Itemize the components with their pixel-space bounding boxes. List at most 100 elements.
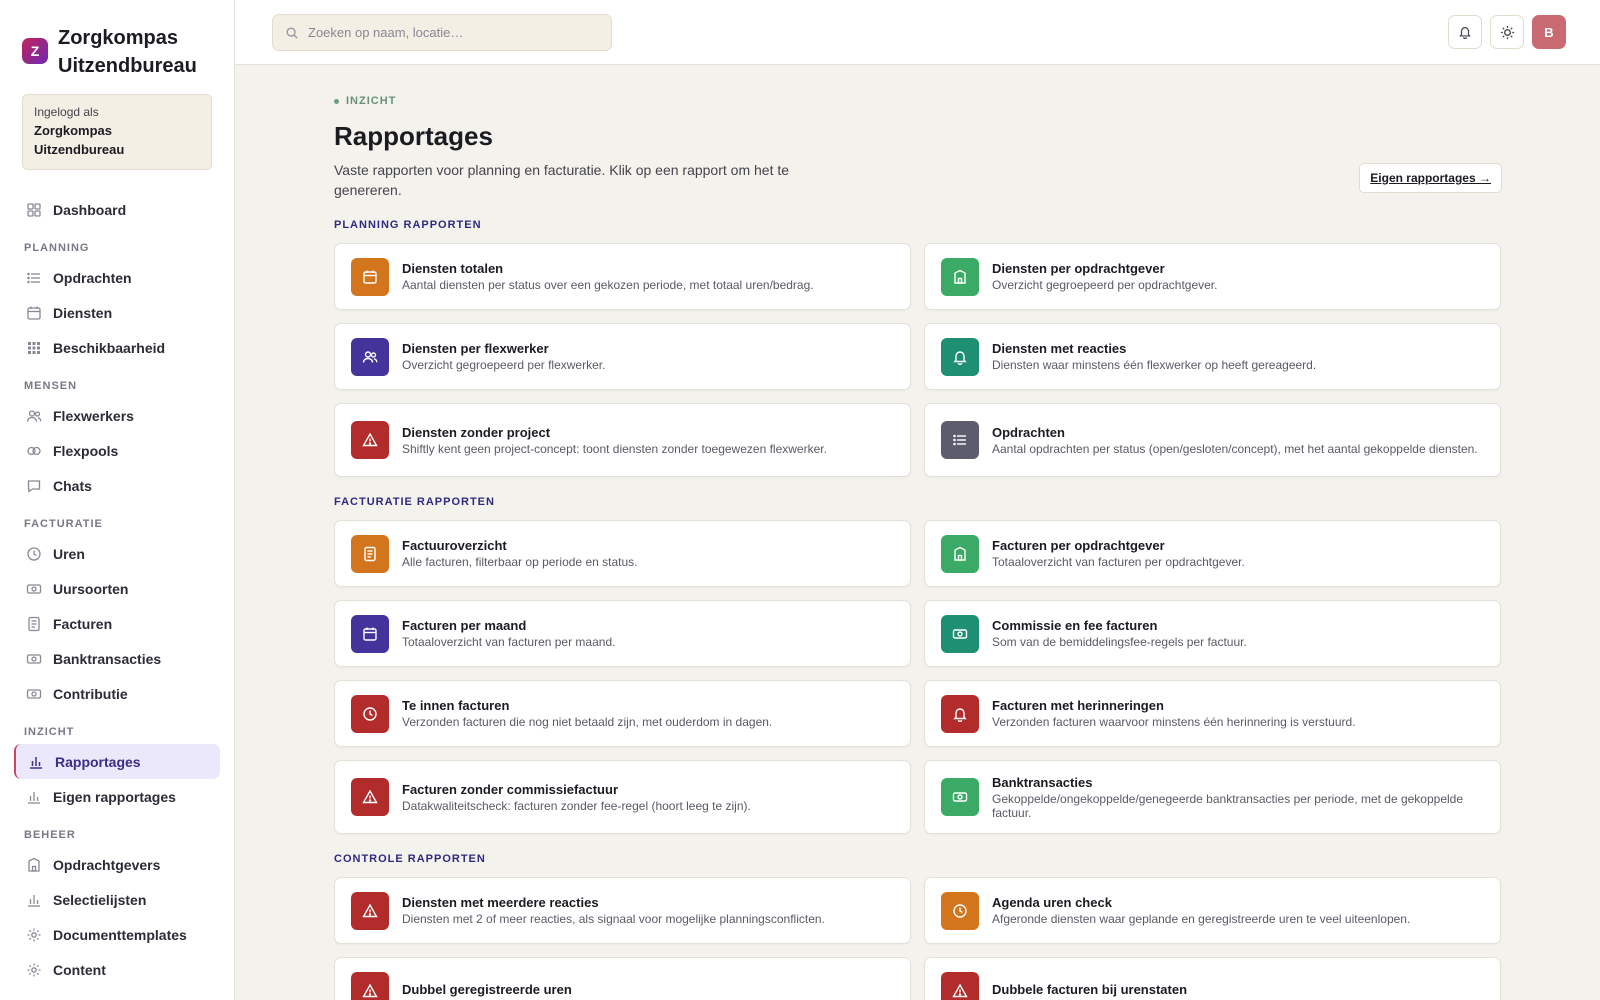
report-title: Diensten met meerdere reacties xyxy=(402,895,599,910)
report-card-text: Diensten per opdrachtgever Overzicht gegr… xyxy=(992,261,1217,292)
money-icon xyxy=(26,651,42,667)
report-card-text: Banktransacties Gekoppelde/ongekoppelde/g… xyxy=(992,775,1484,820)
money-icon xyxy=(941,614,979,653)
sidebar-item-label: Uursoorten xyxy=(53,580,129,597)
sidebar-item-flexwerkers[interactable]: Flexwerkers xyxy=(14,398,220,433)
report-card-te-innen-facturen[interactable]: Te innen facturen Verzonden facturen die … xyxy=(334,680,911,747)
warning-icon xyxy=(351,421,389,459)
report-card-agenda-uren-check[interactable]: Agenda uren check Afgeronde diensten waar… xyxy=(924,877,1501,944)
report-card-diensten-per-opdrachtgever[interactable]: Diensten per opdrachtgever Overzicht gegr… xyxy=(924,243,1501,310)
sidebar-item-contributie[interactable]: Contributie xyxy=(14,676,220,711)
sidebar-item-flexpools[interactable]: Flexpools xyxy=(14,433,220,468)
report-title: Agenda uren check xyxy=(992,895,1112,910)
sidebar-item-selectielijsten[interactable]: Selectielijsten xyxy=(14,882,220,917)
sidebar-item-content[interactable]: Content xyxy=(14,952,220,987)
report-card-facturen-zonder-commissiefactuur[interactable]: Facturen zonder commissiefactuur Datakwal… xyxy=(334,760,911,834)
report-card-commissie-en-fee-facturen[interactable]: Commissie en fee facturen Som van de bemi… xyxy=(924,600,1501,667)
sidebar-item-chats[interactable]: Chats xyxy=(14,468,220,503)
warning-icon xyxy=(941,971,979,1000)
sidebar-item-uren[interactable]: Uren xyxy=(14,536,220,571)
topbar: B xyxy=(235,0,1600,65)
bar-chart-icon xyxy=(26,789,42,805)
report-card-diensten-totalen[interactable]: Diensten totalen Aantal diensten per stat… xyxy=(334,243,911,310)
nav-section-mensen: MENSEN xyxy=(24,380,78,392)
theme-toggle-button[interactable] xyxy=(1490,15,1524,49)
brand[interactable]: Z Zorgkompas Uitzendbureau xyxy=(0,0,234,80)
report-description: Aantal diensten per status over een geko… xyxy=(402,278,814,292)
sidebar-item-banktransacties[interactable]: Banktransacties xyxy=(14,641,220,676)
sidebar-item-eigen-rapportages[interactable]: Eigen rapportages xyxy=(14,779,220,814)
notifications-button[interactable] xyxy=(1448,15,1482,49)
report-title: Diensten totalen xyxy=(402,261,504,276)
money-icon xyxy=(26,581,42,597)
sidebar-item-opdrachten[interactable]: Opdrachten xyxy=(14,260,220,295)
facturatie-reports-grid: Factuuroverzicht Alle facturen, filterbaa… xyxy=(334,520,1502,834)
controle-reports-grid: Diensten met meerdere reacties Diensten m… xyxy=(334,877,1502,1000)
report-card-diensten-zonder-project[interactable]: Diensten zonder project Shiftly kent geen… xyxy=(334,403,911,477)
users-icon xyxy=(26,408,42,424)
sidebar-item-facturen[interactable]: Facturen xyxy=(14,606,220,641)
report-description: Overzicht gegroepeerd per opdrachtgever. xyxy=(992,278,1218,292)
section-title-facturatie: FACTURATIE RAPPORTEN xyxy=(334,496,495,508)
sidebar-item-dashboard[interactable]: Dashboard xyxy=(14,192,220,227)
avatar[interactable]: B xyxy=(1532,15,1566,49)
money-icon xyxy=(26,686,42,702)
report-card-text: Facturen per opdrachtgever Totaaloverzich… xyxy=(992,538,1245,569)
warning-icon xyxy=(351,971,389,1000)
building-icon xyxy=(941,257,979,296)
sidebar-item-uursoorten[interactable]: Uursoorten xyxy=(14,571,220,606)
report-card-banktransacties[interactable]: Banktransacties Gekoppelde/ongekoppelde/g… xyxy=(924,760,1501,834)
section-title-controle: CONTROLE RAPPORTEN xyxy=(334,853,486,865)
document-icon xyxy=(351,534,389,573)
report-description: Datakwaliteitscheck: facturen zonder fee… xyxy=(402,798,751,813)
calendar-icon xyxy=(351,257,389,296)
sidebar-item-label: Chats xyxy=(53,477,92,494)
section-title-planning: PLANNING RAPPORTEN xyxy=(334,219,482,231)
page-subtitle: Vaste rapporten voor planning en factura… xyxy=(334,162,790,198)
report-card-diensten-met-reacties[interactable]: Diensten met reacties Diensten waar minst… xyxy=(924,323,1501,390)
report-card-diensten-per-flexwerker[interactable]: Diensten per flexwerker Overzicht gegroep… xyxy=(334,323,911,390)
search-input[interactable] xyxy=(308,25,588,40)
report-card-text: Opdrachten Aantal opdrachten per status (… xyxy=(992,425,1478,456)
report-card-opdrachten[interactable]: Opdrachten Aantal opdrachten per status (… xyxy=(924,403,1501,477)
users-icon xyxy=(351,337,389,376)
sidebar-item-label: Selectielijsten xyxy=(53,891,147,908)
custom-reports-link[interactable]: Eigen rapportages → xyxy=(1359,163,1502,193)
report-title: Facturen per opdrachtgever xyxy=(992,538,1165,553)
report-card-factuuroverzicht[interactable]: Factuuroverzicht Alle facturen, filterbaa… xyxy=(334,520,911,587)
report-card-text: Diensten zonder project Shiftly kent geen… xyxy=(402,425,827,456)
sidebar-item-diensten[interactable]: Diensten xyxy=(14,295,220,330)
report-card-text: Agenda uren check Afgeronde diensten waar… xyxy=(992,895,1410,926)
search-icon xyxy=(285,26,299,40)
report-card-facturen-per-opdrachtgever[interactable]: Facturen per opdrachtgever Totaaloverzich… xyxy=(924,520,1501,587)
page-eyebrow: INZICHT xyxy=(334,95,1502,107)
report-title: Diensten per opdrachtgever xyxy=(992,261,1165,276)
login-name: Zorgkompas Uitzendbureau xyxy=(34,123,125,157)
sidebar-item-rapportages[interactable]: Rapportages xyxy=(14,744,220,779)
dots-grid-icon xyxy=(26,340,42,356)
report-card-facturen-per-maand[interactable]: Facturen per maand Totaaloverzicht van fa… xyxy=(334,600,911,667)
report-card-diensten-met-meerdere-reacties[interactable]: Diensten met meerdere reacties Diensten m… xyxy=(334,877,911,944)
clock-icon xyxy=(351,694,389,733)
eyebrow-dot xyxy=(334,98,339,104)
report-card-text: Facturen met herinneringen Verzonden fact… xyxy=(992,698,1356,729)
report-title: Diensten met reacties xyxy=(992,341,1127,356)
clock-icon xyxy=(26,546,42,562)
sidebar-item-documenttemplates[interactable]: Documenttemplates xyxy=(14,917,220,952)
report-card-facturen-met-herinneringen[interactable]: Facturen met herinneringen Verzonden fact… xyxy=(924,680,1501,747)
report-card-dubbel-geregistreerde-uren[interactable]: Dubbel geregistreerde uren xyxy=(334,957,911,1000)
report-title: Te innen facturen xyxy=(402,698,510,713)
report-card-text: Facturen zonder commissiefactuur Datakwal… xyxy=(402,782,751,813)
sidebar: Z Zorgkompas Uitzendbureau Ingelogd als … xyxy=(0,0,235,1000)
search-box[interactable] xyxy=(272,14,612,51)
report-card-text: Commissie en fee facturen Som van de bemi… xyxy=(992,618,1247,649)
report-title: Commissie en fee facturen xyxy=(992,618,1158,633)
report-description: Aantal opdrachten per status (open/geslo… xyxy=(992,441,1478,456)
sidebar-item-beschikbaarheid[interactable]: Beschikbaarheid xyxy=(14,330,220,365)
report-card-dubbele-facturen-bij-urenstaten[interactable]: Dubbele facturen bij urenstaten xyxy=(924,957,1501,1000)
report-card-text: Diensten met meerdere reacties Diensten m… xyxy=(402,895,825,926)
sidebar-item-opdrachtgevers[interactable]: Opdrachtgevers xyxy=(14,847,220,882)
pools-icon xyxy=(26,443,42,459)
report-title: Facturen zonder commissiefactuur xyxy=(402,781,618,797)
document-icon xyxy=(26,616,42,632)
